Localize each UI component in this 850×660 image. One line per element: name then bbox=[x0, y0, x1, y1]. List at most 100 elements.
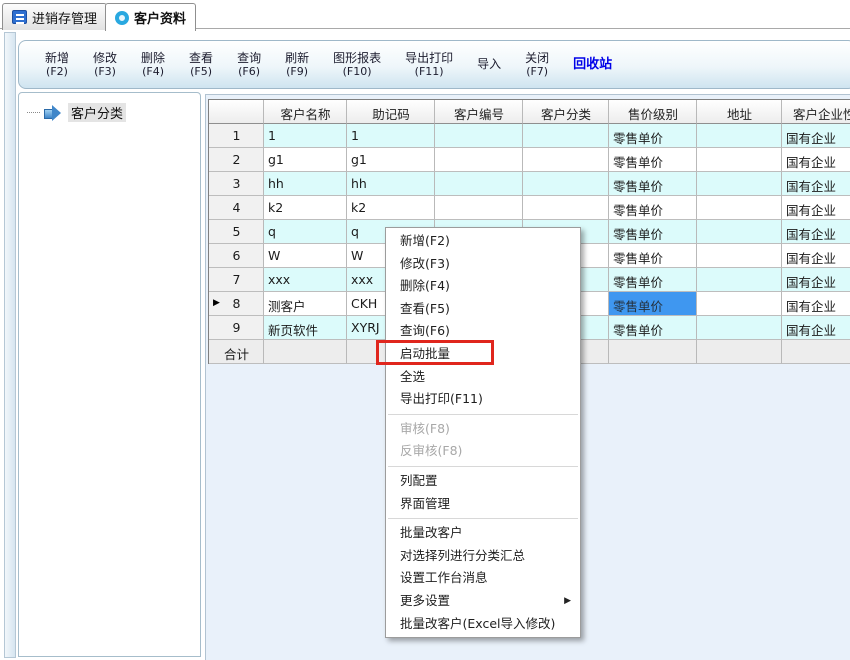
menu-item-workbench-message[interactable]: 设置工作台消息 bbox=[386, 567, 580, 590]
row-selector[interactable]: ▶ 8 bbox=[209, 292, 264, 316]
cell-enterprise[interactable]: 国有企业 bbox=[782, 268, 850, 292]
table-row[interactable]: 4 k2 k2 零售单价 国有企业 bbox=[209, 196, 850, 220]
export-print-button[interactable]: 导出打印 (F11) bbox=[405, 52, 453, 78]
cell-category[interactable] bbox=[523, 124, 609, 148]
cell-name[interactable]: g1 bbox=[264, 148, 347, 172]
menu-item-batch-edit-customer[interactable]: 批量改客户 bbox=[386, 522, 580, 545]
cell-enterprise[interactable]: 国有企业 bbox=[782, 220, 850, 244]
tab-customer-data[interactable]: 客户资料 bbox=[105, 3, 196, 31]
cell-address[interactable] bbox=[697, 196, 782, 220]
cell-category[interactable] bbox=[523, 172, 609, 196]
cell-price[interactable]: 零售单价 bbox=[609, 124, 697, 148]
menu-item-ui-management[interactable]: 界面管理 bbox=[386, 493, 580, 516]
cell-enterprise[interactable]: 国有企业 bbox=[782, 196, 850, 220]
menu-item-delete[interactable]: 删除(F4) bbox=[386, 275, 580, 298]
cell-address[interactable] bbox=[697, 268, 782, 292]
delete-button[interactable]: 删除 (F4) bbox=[141, 52, 165, 78]
cell-address[interactable] bbox=[697, 124, 782, 148]
tab-inventory-management[interactable]: 进销存管理 bbox=[2, 3, 107, 30]
cell-address[interactable] bbox=[697, 172, 782, 196]
left-splitter-strip[interactable] bbox=[4, 32, 16, 658]
cell-price[interactable]: 零售单价 bbox=[609, 268, 697, 292]
cell-mnemonic[interactable]: g1 bbox=[347, 148, 435, 172]
cell-name[interactable]: xxx bbox=[264, 268, 347, 292]
cell-enterprise[interactable]: 国有企业 bbox=[782, 148, 850, 172]
menu-item-select-all[interactable]: 全选 bbox=[386, 366, 580, 389]
cell-code[interactable] bbox=[435, 148, 523, 172]
row-selector[interactable]: 2 bbox=[209, 148, 264, 172]
cell-enterprise[interactable]: 国有企业 bbox=[782, 316, 850, 340]
cell-address[interactable] bbox=[697, 292, 782, 316]
table-row[interactable]: 2 g1 g1 零售单价 国有企业 bbox=[209, 148, 850, 172]
menu-item-query[interactable]: 查询(F6) bbox=[386, 320, 580, 343]
add-button[interactable]: 新增 (F2) bbox=[45, 52, 69, 78]
menu-item-export-print[interactable]: 导出打印(F11) bbox=[386, 388, 580, 411]
chart-report-button[interactable]: 图形报表 (F10) bbox=[333, 52, 381, 78]
cell-address[interactable] bbox=[697, 244, 782, 268]
cell-code[interactable] bbox=[435, 124, 523, 148]
cell-name[interactable]: 1 bbox=[264, 124, 347, 148]
menu-item-batch-edit-excel[interactable]: 批量改客户(Excel导入修改) bbox=[386, 613, 580, 636]
cell-category[interactable] bbox=[523, 148, 609, 172]
cell-enterprise[interactable]: 国有企业 bbox=[782, 244, 850, 268]
row-selector[interactable]: 6 bbox=[209, 244, 264, 268]
cell-price[interactable]: 零售单价 bbox=[609, 220, 697, 244]
table-row[interactable]: 3 hh hh 零售单价 国有企业 bbox=[209, 172, 850, 196]
context-menu: 新增(F2) 修改(F3) 删除(F4) 查看(F5) 查询(F6) 启动批量 … bbox=[385, 227, 581, 638]
cell-name[interactable]: hh bbox=[264, 172, 347, 196]
cell-name[interactable]: W bbox=[264, 244, 347, 268]
cell-name[interactable]: k2 bbox=[264, 196, 347, 220]
col-header-category[interactable]: 客户分类 bbox=[523, 100, 609, 124]
cell-enterprise[interactable]: 国有企业 bbox=[782, 292, 850, 316]
menu-item-column-config[interactable]: 列配置 bbox=[386, 470, 580, 493]
query-button[interactable]: 查询 (F6) bbox=[237, 52, 261, 78]
cell-price-selected[interactable]: 零售单价 bbox=[609, 292, 697, 316]
cell-price[interactable]: 零售单价 bbox=[609, 316, 697, 340]
col-header-address[interactable]: 地址 bbox=[697, 100, 782, 124]
menu-item-edit[interactable]: 修改(F3) bbox=[386, 253, 580, 276]
row-selector[interactable]: 1 bbox=[209, 124, 264, 148]
row-selector[interactable]: 4 bbox=[209, 196, 264, 220]
cell-price[interactable]: 零售单价 bbox=[609, 172, 697, 196]
menu-item-group-summary[interactable]: 对选择列进行分类汇总 bbox=[386, 545, 580, 568]
tree-node-customer-category[interactable]: 客户分类 bbox=[27, 103, 126, 122]
col-header-code[interactable]: 客户编号 bbox=[435, 100, 523, 124]
table-row[interactable]: 1 1 1 零售单价 国有企业 bbox=[209, 124, 850, 148]
cell-mnemonic[interactable]: k2 bbox=[347, 196, 435, 220]
row-selector[interactable]: 3 bbox=[209, 172, 264, 196]
cell-price[interactable]: 零售单价 bbox=[609, 244, 697, 268]
col-header-price[interactable]: 售价级别 bbox=[609, 100, 697, 124]
col-header-selector[interactable] bbox=[209, 100, 264, 124]
menu-item-more-settings[interactable]: 更多设置 ▶ bbox=[386, 590, 580, 613]
cell-name[interactable]: 新页软件 bbox=[264, 316, 347, 340]
cell-address[interactable] bbox=[697, 220, 782, 244]
recycle-bin-button[interactable]: 回收站 bbox=[573, 58, 612, 71]
cell-price[interactable]: 零售单价 bbox=[609, 148, 697, 172]
row-selector[interactable]: 9 bbox=[209, 316, 264, 340]
view-button[interactable]: 查看 (F5) bbox=[189, 52, 213, 78]
row-selector[interactable]: 7 bbox=[209, 268, 264, 292]
refresh-button[interactable]: 刷新 (F9) bbox=[285, 52, 309, 78]
row-selector[interactable]: 5 bbox=[209, 220, 264, 244]
menu-item-view[interactable]: 查看(F5) bbox=[386, 298, 580, 321]
col-header-mnemonic[interactable]: 助记码 bbox=[347, 100, 435, 124]
col-header-enterprise[interactable]: 客户企业性质 bbox=[782, 100, 850, 124]
cell-code[interactable] bbox=[435, 172, 523, 196]
cell-mnemonic[interactable]: hh bbox=[347, 172, 435, 196]
cell-address[interactable] bbox=[697, 316, 782, 340]
menu-item-add[interactable]: 新增(F2) bbox=[386, 230, 580, 253]
cell-code[interactable] bbox=[435, 196, 523, 220]
cell-category[interactable] bbox=[523, 196, 609, 220]
cell-enterprise[interactable]: 国有企业 bbox=[782, 124, 850, 148]
cell-address[interactable] bbox=[697, 148, 782, 172]
cell-name[interactable]: q bbox=[264, 220, 347, 244]
menu-item-start-batch[interactable]: 启动批量 bbox=[386, 343, 580, 366]
cell-name[interactable]: 测客户 bbox=[264, 292, 347, 316]
cell-price[interactable]: 零售单价 bbox=[609, 196, 697, 220]
close-button[interactable]: 关闭 (F7) bbox=[525, 52, 549, 78]
edit-button[interactable]: 修改 (F3) bbox=[93, 52, 117, 78]
cell-enterprise[interactable]: 国有企业 bbox=[782, 172, 850, 196]
cell-mnemonic[interactable]: 1 bbox=[347, 124, 435, 148]
import-button[interactable]: 导入 bbox=[477, 58, 501, 71]
col-header-name[interactable]: 客户名称 bbox=[264, 100, 347, 124]
